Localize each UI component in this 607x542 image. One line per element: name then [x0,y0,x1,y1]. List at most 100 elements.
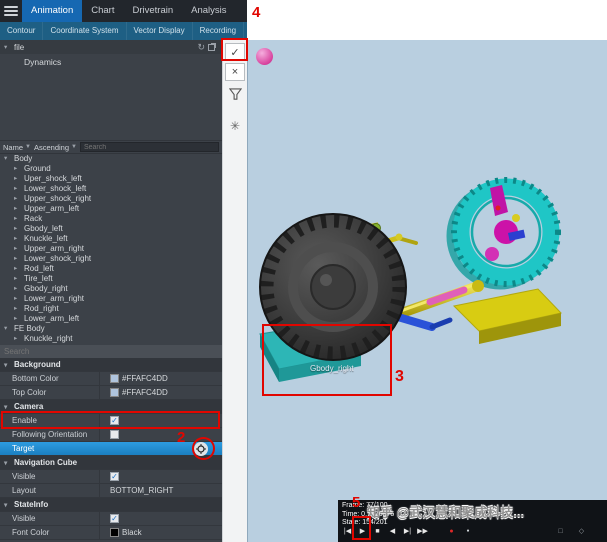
options-button[interactable]: ◇ [574,522,589,540]
tree-item-ground[interactable]: ▸ Ground [0,164,222,174]
expand-arrow-icon[interactable]: ▾ [4,361,11,369]
subtab-coordinate-system[interactable]: Coordinate System [43,22,127,40]
prop-name: Top Color [0,386,100,399]
record-button[interactable]: ● [444,522,459,540]
checkbox[interactable]: ✓ [110,514,119,523]
expand-arrow-icon[interactable]: ▾ [4,154,11,164]
tree-search-input[interactable] [79,142,219,152]
subtab-vector-display[interactable]: Vector Display [127,22,193,40]
prop-row-target[interactable]: Target [0,441,222,456]
subtab-contour[interactable]: Contour [0,22,44,40]
expand-arrow-icon[interactable]: ▾ [4,403,11,411]
tree-item-gbody-left[interactable]: ▸ Gbody_left [0,224,222,234]
collapse-arrow-icon[interactable]: ▸ [14,224,21,234]
tree-item-rack[interactable]: ▸ Rack [0,214,222,224]
collapse-arrow-icon[interactable]: ▸ [14,174,21,184]
tree-item-knuckle-right[interactable]: ▸ Knuckle_right [0,334,222,344]
section-navigation-cube[interactable]: ▾ Navigation Cube [0,456,222,470]
tree-item-lower-shock-right[interactable]: ▸ Lower_shock_right [0,254,222,264]
tree-item-lower-shock-left[interactable]: ▸ Lower_shock_left [0,184,222,194]
property-search-input[interactable] [0,345,222,358]
file-section-title: file [14,42,25,52]
section-background[interactable]: ▾ Background [0,358,222,372]
model-canvas[interactable] [248,40,607,542]
cancel-button[interactable]: × [225,63,245,81]
transport-controls: |◀ ▶ ■ ◀ ▶| ▶▶ ● ● □ ◇ [340,522,589,540]
collapse-arrow-icon[interactable]: ▸ [14,184,21,194]
expand-arrow-icon[interactable]: ▾ [4,324,11,334]
asterisk-icon[interactable]: ✳ [227,118,243,134]
step-forward-button[interactable]: ▶| [400,522,415,540]
fast-forward-button[interactable]: ▶▶ [415,522,430,540]
tree-group-fe-body[interactable]: ▾ FE Body [0,324,222,334]
annotation-step-4: 4 [252,4,261,21]
tree-item-uper-shock-left[interactable]: ▸ Uper_shock_left [0,174,222,184]
prop-row-bottom-color[interactable]: Bottom Color #FFAFC4DD [0,372,222,386]
copy-icon[interactable] [208,43,215,51]
keyframe-dot[interactable]: ● [463,522,473,540]
prop-name: Font Color [0,526,100,539]
filter-icon[interactable] [227,86,243,102]
sort-order-dropdown[interactable]: Ascending ▼ [34,143,77,152]
menu-icon[interactable] [0,0,22,22]
prop-row-top-color[interactable]: Top Color #FFAFC4DD [0,386,222,400]
tree-item-gbody-right[interactable]: ▸ Gbody_right [0,284,222,294]
tree-item-tire-left[interactable]: ▸ Tire_left [0,274,222,284]
section-stateinfo[interactable]: ▾ StateInfo [0,498,222,512]
tree-item-upper-shock-right[interactable]: ▸ Upper_shock_right [0,194,222,204]
file-item-dynamics[interactable]: Dynamics [0,54,222,69]
collapse-arrow-icon[interactable]: ▸ [14,304,21,314]
collapse-arrow-icon[interactable]: ▸ [14,244,21,254]
collapse-arrow-icon[interactable]: ▸ [14,274,21,284]
color-swatch[interactable] [110,388,119,397]
expand-arrow-icon[interactable]: ▾ [4,43,11,51]
main-tab-bar: Animation Chart Drivetrain Analysis [0,0,247,22]
tab-analysis[interactable]: Analysis [182,0,235,22]
pink-marker-icon[interactable] [256,48,273,65]
collapse-arrow-icon[interactable]: ▸ [14,314,21,324]
prop-row-layout[interactable]: Layout BOTTOM_RIGHT [0,484,222,498]
property-panel: ▾BackgroundBottom Color#FFAFC4DDTop Colo… [0,345,222,542]
collapse-arrow-icon[interactable]: ▸ [14,234,21,244]
tab-animation[interactable]: Animation [22,0,83,22]
refresh-icon[interactable]: ↻ [197,42,205,52]
color-swatch[interactable] [110,374,119,383]
lower-arm[interactable] [394,313,453,331]
collapse-arrow-icon[interactable]: ▸ [14,194,21,204]
reverse-play-button[interactable]: ◀ [385,522,400,540]
tree-item-lower-arm-right[interactable]: ▸ Lower_arm_right [0,294,222,304]
tree-item-upper-arm-right[interactable]: ▸ Upper_arm_right [0,244,222,254]
collapse-arrow-icon[interactable]: ▸ [14,204,21,214]
tab-drivetrain[interactable]: Drivetrain [123,0,182,22]
checkbox[interactable]: ✓ [110,472,119,481]
tree-group-body[interactable]: ▾ Body [0,154,222,164]
range-button[interactable]: □ [553,522,568,540]
file-section-header[interactable]: ▾ file ↻ [0,40,222,54]
prop-row-visible[interactable]: Visible ✓ [0,470,222,484]
expand-arrow-icon[interactable]: ▾ [4,501,11,509]
prop-name: Following Orientation [0,428,100,441]
right-pad[interactable] [452,288,562,344]
collapse-arrow-icon[interactable]: ▸ [14,214,21,224]
collapse-arrow-icon[interactable]: ▸ [14,254,21,264]
collapse-arrow-icon[interactable]: ▸ [14,264,21,274]
tree-item-rod-right[interactable]: ▸ Rod_right [0,304,222,314]
prop-row-visible[interactable]: Visible ✓ [0,512,222,526]
tree-item-knuckle-left[interactable]: ▸ Knuckle_left [0,234,222,244]
prop-row-following-orientation[interactable]: Following Orientation [0,428,222,442]
sort-field-dropdown[interactable]: Name ▼ [3,143,31,152]
expand-arrow-icon[interactable]: ▾ [4,459,11,467]
collapse-arrow-icon[interactable]: ▸ [14,164,21,174]
checkbox[interactable] [110,430,119,439]
color-swatch[interactable] [110,528,119,537]
stop-button[interactable]: ■ [370,522,385,540]
tree-item-rod-left[interactable]: ▸ Rod_left [0,264,222,274]
collapse-arrow-icon[interactable]: ▸ [14,334,21,344]
tree-item-lower-arm-left[interactable]: ▸ Lower_arm_left [0,314,222,324]
tab-chart[interactable]: Chart [82,0,123,22]
prop-row-font-color[interactable]: Font Color Black [0,526,222,540]
collapse-arrow-icon[interactable]: ▸ [14,294,21,304]
tree-item-upper-arm-left[interactable]: ▸ Upper_arm_left [0,204,222,214]
collapse-arrow-icon[interactable]: ▸ [14,284,21,294]
viewport-3d[interactable]: Gbody_right Frame: 77/100 Time: 0.767637… [247,40,607,542]
